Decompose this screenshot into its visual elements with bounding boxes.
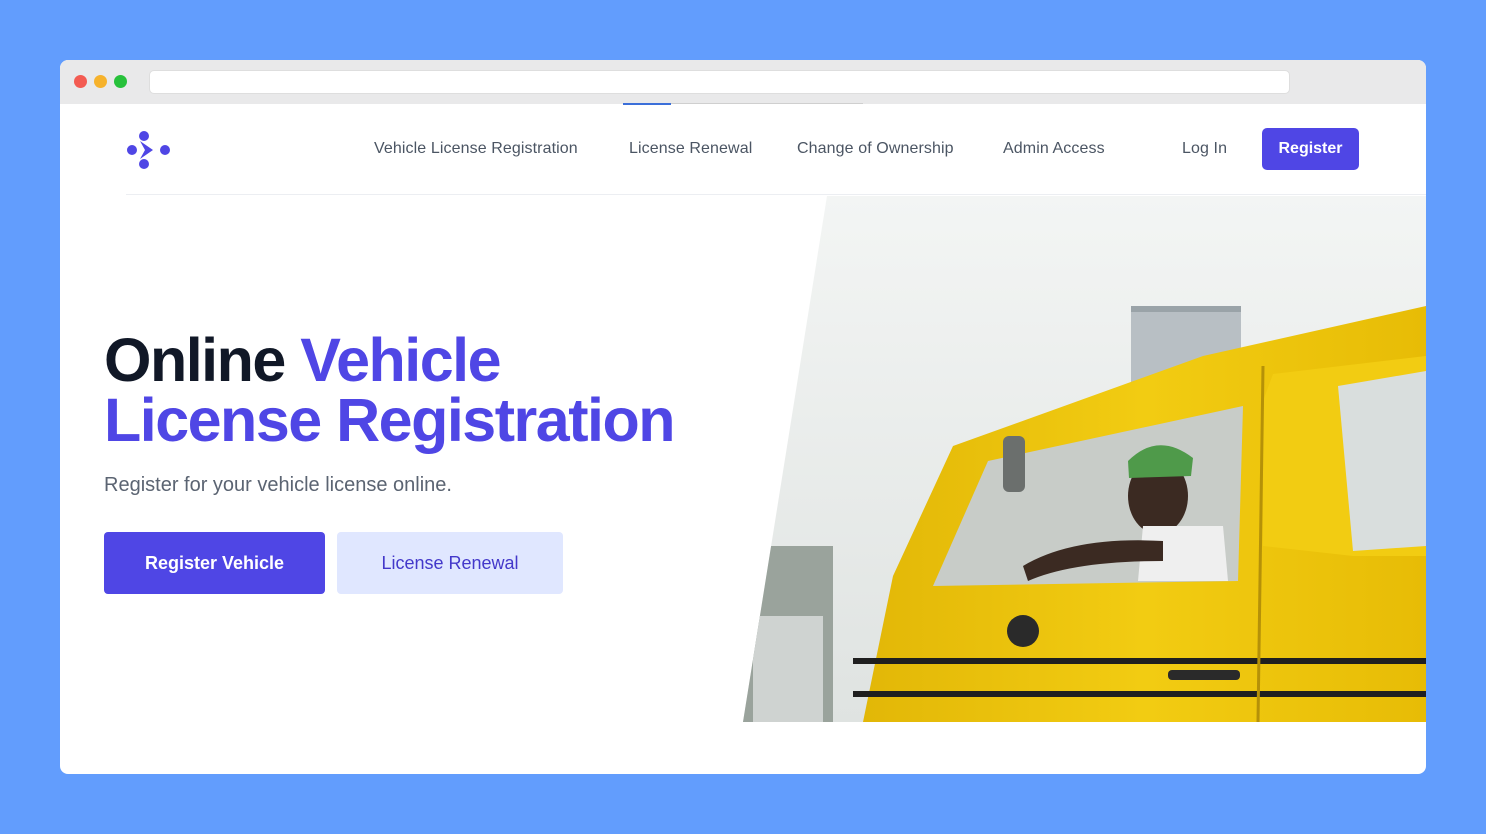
nav-link-admin-access[interactable]: Admin Access (1003, 140, 1105, 158)
minimize-window-button[interactable] (94, 75, 107, 88)
register-button[interactable]: Register (1262, 128, 1359, 170)
login-link[interactable]: Log In (1182, 140, 1227, 158)
hero-photo-yellow-bus-driver (743, 196, 1426, 722)
license-renewal-button[interactable]: License Renewal (337, 532, 563, 594)
top-navigation: Vehicle License Registration License Ren… (60, 104, 1426, 196)
address-bar[interactable] (149, 70, 1290, 94)
browser-window: Vehicle License Registration License Ren… (60, 60, 1426, 774)
hero-title: Online Vehicle License Registration (104, 330, 676, 451)
nav-link-vehicle-license-registration[interactable]: Vehicle License Registration (374, 140, 578, 158)
hero-title-part1: Online (104, 326, 301, 394)
hero-subtitle: Register for your vehicle license online… (104, 474, 452, 496)
nav-link-license-renewal[interactable]: License Renewal (629, 140, 752, 158)
maximize-window-button[interactable] (114, 75, 127, 88)
close-window-button[interactable] (74, 75, 87, 88)
nav-link-change-of-ownership[interactable]: Change of Ownership (797, 140, 954, 158)
brand-logo-icon[interactable] (126, 130, 172, 170)
nav-divider (126, 194, 1426, 195)
browser-chrome (60, 60, 1426, 105)
hero-title-line2: License Registration (104, 386, 676, 454)
register-vehicle-button[interactable]: Register Vehicle (104, 532, 325, 594)
hero-title-accent: Vehicle (300, 326, 501, 394)
